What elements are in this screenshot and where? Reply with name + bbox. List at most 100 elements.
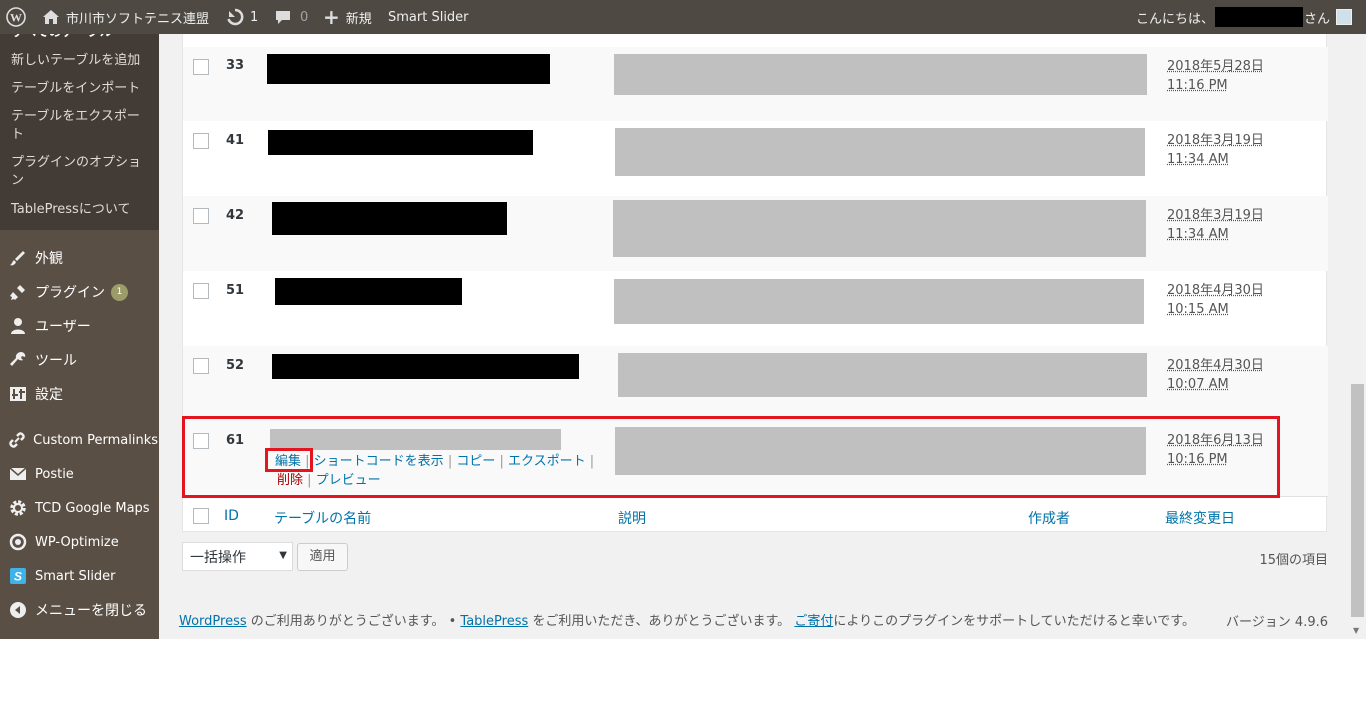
highlight-box-edit-link bbox=[265, 448, 313, 472]
menu-smart-slider[interactable]: S Smart Slider bbox=[8, 559, 158, 593]
link-icon bbox=[8, 430, 26, 450]
submenu-export[interactable]: テーブルをエクスポート bbox=[11, 108, 151, 144]
redacted-description bbox=[618, 353, 1147, 397]
smart-slider-icon: S bbox=[8, 566, 28, 586]
menu-wp-optimize[interactable]: WP-Optimize bbox=[8, 525, 158, 559]
menu-wp-optimize-label: WP-Optimize bbox=[35, 534, 119, 550]
site-name: 市川市ソフトテニス連盟 bbox=[66, 11, 210, 27]
menu-postie[interactable]: Postie bbox=[8, 457, 158, 491]
footer-text: WordPress のご利用ありがとうございます。 • TablePress を… bbox=[179, 610, 1195, 629]
smart-slider-adminbar-link[interactable]: Smart Slider bbox=[388, 0, 469, 34]
row-id: 41 bbox=[226, 133, 245, 148]
settings-icon bbox=[8, 384, 28, 404]
menu-tools-label: ツール bbox=[35, 353, 77, 369]
menu-custom-permalinks-label: Custom Permalinks bbox=[33, 432, 158, 448]
row-id: 52 bbox=[226, 358, 245, 373]
updates-link[interactable]: 1 bbox=[226, 0, 258, 34]
table-row: 42 2018年3月19日 11:34 AM bbox=[183, 196, 1328, 271]
wordpress-link[interactable]: WordPress bbox=[179, 614, 247, 629]
column-header-description[interactable]: 説明 bbox=[618, 508, 646, 528]
menu-collapse-label: メニューを閉じる bbox=[35, 603, 147, 619]
menu-collapse[interactable]: メニューを閉じる bbox=[8, 593, 158, 627]
submenu-import[interactable]: テーブルをインポート bbox=[11, 80, 151, 98]
column-header-author[interactable]: 作成者 bbox=[1028, 508, 1070, 528]
item-count: 15個の項目 bbox=[1259, 553, 1328, 568]
redacted-table-name[interactable] bbox=[272, 202, 507, 235]
redacted-description bbox=[615, 128, 1145, 176]
row-checkbox[interactable] bbox=[193, 208, 209, 224]
menu-postie-label: Postie bbox=[35, 466, 74, 482]
tablepress-submenu: すべてのテーブル 新しいテーブルを追加 テーブルをインポート テーブルをエクスポ… bbox=[0, 34, 159, 230]
my-account[interactable]: こんにちは、 さん bbox=[1136, 0, 1353, 34]
mail-icon bbox=[8, 464, 28, 484]
row-modified-date: 2018年4月30日 10:07 AM bbox=[1167, 358, 1264, 392]
menu-custom-permalinks[interactable]: Custom Permalinks bbox=[8, 423, 158, 457]
redacted-table-name[interactable] bbox=[268, 130, 533, 155]
menu-smart-slider-label: Smart Slider bbox=[35, 568, 116, 584]
row-modified-date: 2018年3月19日 11:34 AM bbox=[1167, 208, 1264, 242]
menu-plugins[interactable]: プラグイン 1 bbox=[8, 275, 158, 309]
comments-link[interactable]: 0 bbox=[274, 0, 308, 34]
collapse-icon bbox=[8, 600, 28, 620]
row-modified-date: 2018年3月19日 11:34 AM bbox=[1167, 133, 1264, 167]
table-row: 33 2018年5月28日 11:16 PM bbox=[183, 47, 1328, 121]
row-checkbox[interactable] bbox=[193, 59, 209, 75]
admin-sidebar: すべてのテーブル 新しいテーブルを追加 テーブルをインポート テーブルをエクスポ… bbox=[0, 34, 159, 639]
optimize-icon bbox=[8, 532, 28, 552]
table-row: 52 2018年4月30日 10:07 AM bbox=[183, 346, 1328, 421]
redacted-table-name[interactable] bbox=[272, 354, 579, 379]
plus-icon: + bbox=[323, 5, 340, 29]
menu-settings[interactable]: 設定 bbox=[8, 377, 158, 411]
redacted-table-name[interactable] bbox=[275, 278, 462, 305]
menu-appearance-label: 外観 bbox=[35, 251, 63, 267]
donate-link[interactable]: ご寄付 bbox=[794, 614, 833, 629]
apply-button[interactable]: 適用 bbox=[297, 543, 348, 571]
greeting: こんにちは、 bbox=[1136, 11, 1215, 27]
admin-bar: W 市川市ソフトテニス連盟 1 0 + 新規 Smart Slider こんにち… bbox=[0, 0, 1366, 34]
bulk-actions-value: 一括操作 bbox=[190, 550, 246, 566]
submenu-add-table[interactable]: 新しいテーブルを追加 bbox=[11, 52, 151, 70]
new-content-link[interactable]: + 新規 bbox=[323, 0, 372, 34]
column-header-id[interactable]: ID bbox=[224, 508, 239, 524]
redacted-description bbox=[614, 279, 1144, 324]
appearance-icon bbox=[8, 248, 28, 268]
column-header-modified[interactable]: 最終変更日 bbox=[1165, 508, 1235, 528]
bulk-actions-select[interactable]: 一括操作 ▼ bbox=[182, 542, 293, 571]
menu-users[interactable]: ユーザー bbox=[8, 309, 158, 343]
submenu-all-tables[interactable]: すべてのテーブル bbox=[11, 34, 151, 42]
redacted-table-name[interactable] bbox=[267, 54, 550, 84]
tablepress-link[interactable]: TablePress bbox=[460, 614, 528, 629]
row-id: 51 bbox=[226, 283, 245, 298]
wordpress-logo-icon[interactable]: W bbox=[6, 0, 26, 34]
redacted-username bbox=[1215, 7, 1304, 27]
home-icon bbox=[42, 9, 60, 25]
menu-tcd-google-maps[interactable]: TCD Google Maps bbox=[8, 491, 158, 525]
page-scrollbar[interactable]: ▼ bbox=[1349, 34, 1366, 639]
row-checkbox[interactable] bbox=[193, 358, 209, 374]
column-header-name[interactable]: テーブルの名前 bbox=[274, 508, 371, 528]
site-name-link[interactable]: 市川市ソフトテニス連盟 bbox=[42, 0, 209, 34]
avatar bbox=[1336, 9, 1353, 25]
plugins-icon bbox=[8, 282, 28, 302]
tools-icon bbox=[8, 350, 28, 370]
menu-settings-label: 設定 bbox=[35, 387, 63, 403]
updates-count: 1 bbox=[250, 9, 259, 25]
menu-appearance[interactable]: 外観 bbox=[8, 241, 158, 275]
menu-tcd-google-maps-label: TCD Google Maps bbox=[35, 500, 150, 516]
version-text: バージョン 4.9.6 bbox=[1226, 615, 1328, 630]
submenu-options[interactable]: プラグインのオプション bbox=[11, 154, 151, 190]
menu-tools[interactable]: ツール bbox=[8, 343, 158, 377]
row-modified-date: 2018年5月28日 11:16 PM bbox=[1167, 59, 1264, 93]
table-row: 41 2018年3月19日 11:34 AM bbox=[183, 121, 1328, 196]
menu-plugins-label: プラグイン bbox=[35, 285, 105, 301]
scrollbar-thumb[interactable] bbox=[1351, 384, 1364, 617]
greeting-suffix: さん bbox=[1304, 11, 1331, 27]
row-checkbox[interactable] bbox=[193, 283, 209, 299]
highlight-box-row-61 bbox=[182, 416, 1280, 498]
submenu-about[interactable]: TablePressについて bbox=[11, 201, 151, 219]
row-checkbox[interactable] bbox=[193, 133, 209, 149]
table-row: 51 2018年4月30日 10:15 AM bbox=[183, 271, 1328, 346]
comments-icon bbox=[274, 9, 292, 26]
scroll-down-arrow-icon[interactable]: ▼ bbox=[1353, 626, 1359, 635]
select-all-checkbox[interactable] bbox=[193, 508, 209, 524]
